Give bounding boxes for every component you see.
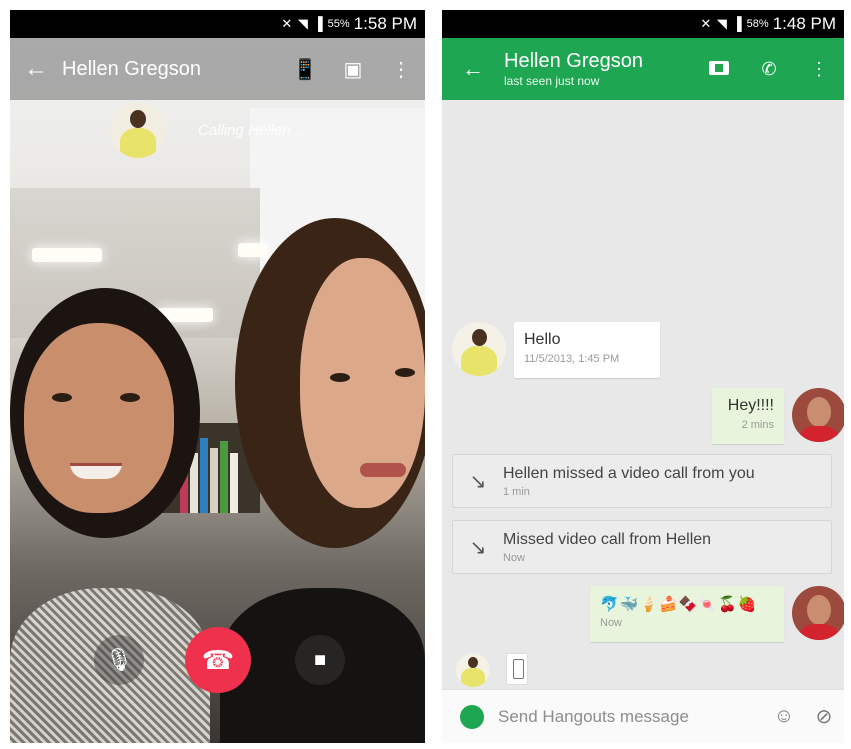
message-composer: ☺ ⊘ <box>442 689 844 743</box>
message-time: 11/5/2013, 1:45 PM <box>524 353 620 365</box>
contact-name: Hellen Gregson <box>504 50 643 72</box>
paperclip-icon[interactable]: ⊘ <box>804 704 844 729</box>
event-time: 1 min <box>503 485 530 498</box>
missed-call-event[interactable]: ↘ Hellen missed a video call from you 1 … <box>452 454 832 508</box>
calling-text: Calling Hellen... <box>198 121 304 139</box>
microphone-icon[interactable]: 🎙 <box>94 635 144 685</box>
video-call-screen: ✕ ◥ ▐ 55% 1:58 PM ← Hellen Gregson 📱 ▣ ⋮… <box>10 10 425 743</box>
message-text: Hello <box>524 331 561 348</box>
event-time: Now <box>503 551 526 564</box>
contact-avatar[interactable] <box>456 653 490 687</box>
status-bar: ✕ ◥ ▐ 58% 1:48 PM <box>442 10 844 38</box>
message-list: Hello 11/5/2013, 1:45 PM Hey!!!! 2 mins … <box>442 100 844 689</box>
status-bar: ✕ ◥ ▐ 55% 1:58 PM <box>10 10 425 38</box>
ceiling-light <box>32 248 102 262</box>
emoji-message: 🐬🐳🍦🍰🍫🍬🍒🍓 <box>600 596 758 613</box>
caller-avatar <box>110 102 166 158</box>
missed-call-icon: ↘ <box>469 536 487 559</box>
user-avatar[interactable] <box>792 388 844 442</box>
event-text: Hellen missed a video call from you <box>503 464 755 482</box>
contact-avatar[interactable] <box>452 322 506 376</box>
status-icons: ✕ ◥ ▐ <box>700 16 743 31</box>
more-vert-icon[interactable]: ⋮ <box>377 57 425 82</box>
hangouts-logo-icon <box>460 704 484 729</box>
message-text: Hey!!!! <box>727 397 774 414</box>
message-time: 2 mins <box>741 419 774 431</box>
more-vert-icon[interactable]: ⋮ <box>794 59 844 80</box>
phone-icon[interactable]: ✆ <box>744 59 794 80</box>
call-top-bar: ← Hellen Gregson 📱 ▣ ⋮ <box>10 38 425 100</box>
missed-call-icon: ↘ <box>469 470 487 493</box>
message-bubble[interactable]: Hello 11/5/2013, 1:45 PM <box>514 322 660 378</box>
cell-phone-icon <box>506 653 528 685</box>
video-camera-icon[interactable]: ■ <box>295 635 345 685</box>
battery-percent: 58% <box>746 18 769 30</box>
status-time: 1:48 PM <box>772 14 836 33</box>
status-time: 1:58 PM <box>353 14 417 33</box>
back-arrow-icon[interactable]: ← <box>10 55 62 83</box>
chat-app-bar: ← Hellen Gregson last seen just now ✆ ⋮ <box>442 38 844 100</box>
message-bubble[interactable]: Hey!!!! 2 mins <box>712 388 784 444</box>
last-seen-status: last seen just now <box>504 74 600 88</box>
status-icons: ✕ ◥ ▐ <box>281 16 324 31</box>
missed-call-event[interactable]: ↘ Missed video call from Hellen Now <box>452 520 832 574</box>
message-input[interactable] <box>498 706 764 727</box>
calling-status: Calling Hellen... <box>110 102 303 158</box>
video-call-icon[interactable] <box>694 59 744 80</box>
battery-percent: 55% <box>327 18 350 30</box>
call-controls: 🎙 ☎ ■ <box>10 627 425 693</box>
back-arrow-icon[interactable]: ← <box>442 56 504 82</box>
user-avatar[interactable] <box>792 586 844 640</box>
event-text: Missed video call from Hellen <box>503 530 712 548</box>
smiley-icon[interactable]: ☺ <box>764 705 804 728</box>
message-time: Now <box>600 617 623 629</box>
contact-card-icon[interactable]: ▣ <box>329 57 377 82</box>
chat-header[interactable]: Hellen Gregson last seen just now <box>504 50 694 88</box>
message-bubble[interactable]: 🐬🐳🍦🍰🍫🍬🍒🍓 Now <box>590 586 784 642</box>
contact-name: Hellen Gregson <box>62 57 201 80</box>
cell-phone-icon[interactable]: 📱 <box>281 57 329 82</box>
hang-up-icon[interactable]: ☎ <box>185 627 251 693</box>
hangouts-chat-screen: ✕ ◥ ▐ 58% 1:48 PM ← Hellen Gregson last … <box>442 10 844 743</box>
